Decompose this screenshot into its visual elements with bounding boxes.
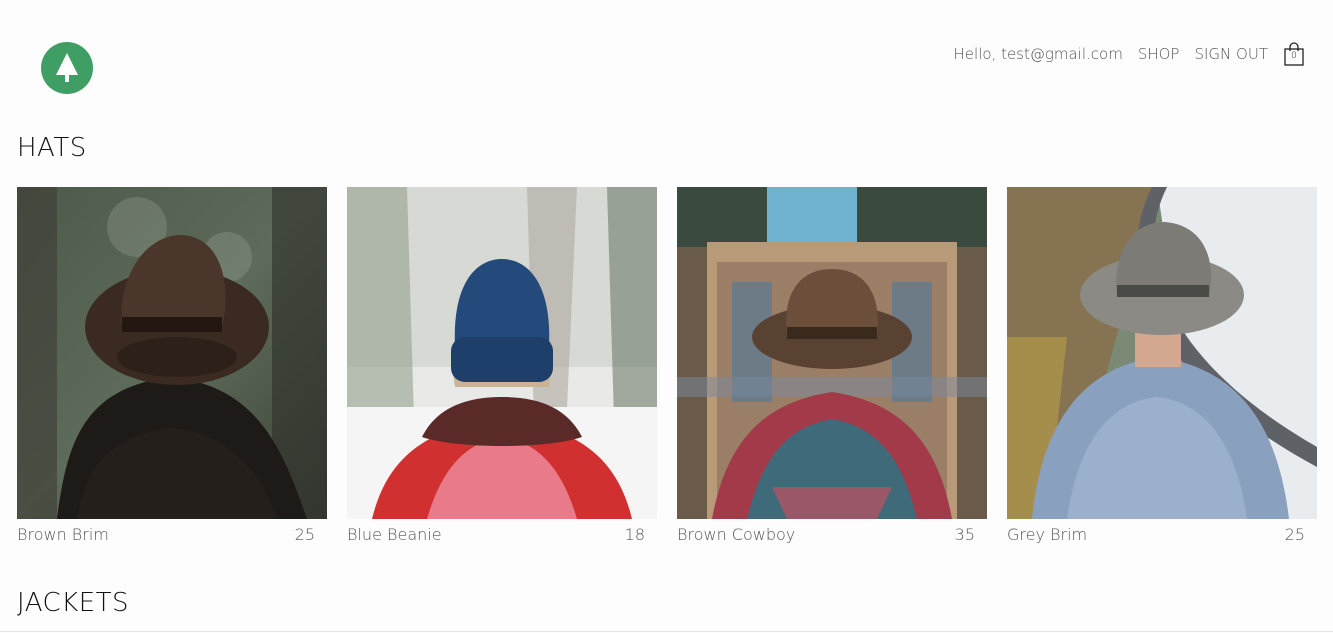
product-image[interactable] bbox=[677, 187, 987, 519]
product-price: 25 bbox=[1284, 525, 1305, 544]
product-name: Brown Brim bbox=[17, 525, 109, 544]
product-price: 25 bbox=[294, 525, 315, 544]
product-card[interactable]: Grey Brim 25 bbox=[1007, 187, 1317, 544]
product-card[interactable]: Blue Beanie 18 bbox=[347, 187, 657, 544]
greeting-text: Hello, test@gmail.com bbox=[953, 45, 1123, 63]
product-meta: Brown Brim 25 bbox=[17, 519, 327, 544]
site-header: Hello, test@gmail.com SHOP SIGN OUT 0 bbox=[0, 0, 1333, 110]
product-grid-hats: Brown Brim 25 Blue Beanie 18 Brown Cowbo… bbox=[17, 187, 1317, 544]
product-name: Brown Cowboy bbox=[677, 525, 796, 544]
section-title-hats[interactable]: HATS bbox=[17, 133, 87, 163]
product-meta: Brown Cowboy 35 bbox=[677, 519, 987, 544]
product-name: Blue Beanie bbox=[347, 525, 442, 544]
product-price: 18 bbox=[624, 525, 645, 544]
pine-tree-icon bbox=[56, 53, 78, 82]
product-card[interactable]: Brown Cowboy 35 bbox=[677, 187, 987, 544]
divider bbox=[0, 631, 1333, 632]
cart-button[interactable]: 0 bbox=[1283, 42, 1305, 66]
product-name: Grey Brim bbox=[1007, 525, 1088, 544]
home-logo[interactable] bbox=[41, 42, 93, 94]
nav-shop-link[interactable]: SHOP bbox=[1138, 45, 1180, 63]
product-image[interactable] bbox=[17, 187, 327, 519]
product-price: 35 bbox=[954, 525, 975, 544]
section-title-jackets[interactable]: JACKETS bbox=[17, 588, 129, 618]
top-nav: Hello, test@gmail.com SHOP SIGN OUT 0 bbox=[954, 42, 1305, 66]
product-image[interactable] bbox=[347, 187, 657, 519]
cart-count: 0 bbox=[1291, 51, 1297, 61]
nav-signout-link[interactable]: SIGN OUT bbox=[1194, 45, 1268, 63]
product-meta: Grey Brim 25 bbox=[1007, 519, 1317, 544]
product-card[interactable]: Brown Brim 25 bbox=[17, 187, 327, 544]
product-meta: Blue Beanie 18 bbox=[347, 519, 657, 544]
product-image[interactable] bbox=[1007, 187, 1317, 519]
